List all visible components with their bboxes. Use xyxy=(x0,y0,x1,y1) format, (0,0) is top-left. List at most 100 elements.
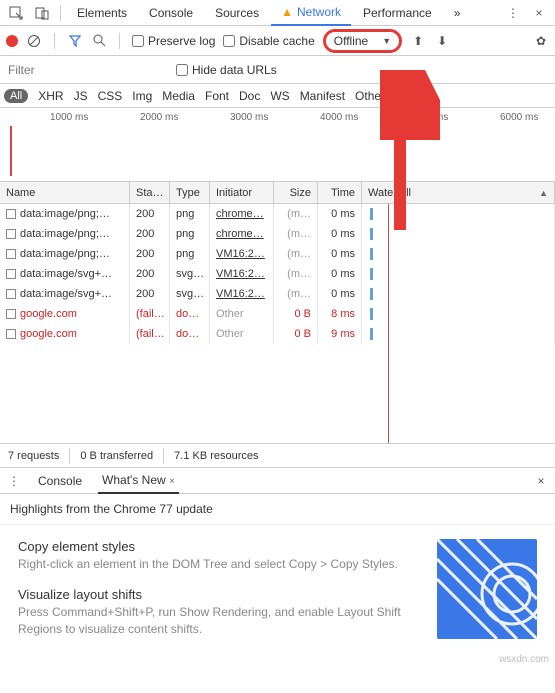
type-js[interactable]: JS xyxy=(74,89,88,103)
highlights-heading: Highlights from the Chrome 77 update xyxy=(0,494,555,525)
table-row[interactable]: data:image/png;…200pngchrome…(m…0 ms xyxy=(0,204,555,224)
cell-time: 0 ms xyxy=(318,264,362,284)
table-row[interactable]: data:image/png;…200pngchrome…(m…0 ms xyxy=(0,224,555,244)
tl-tick: 6000 ms xyxy=(500,112,538,123)
network-table-header: Name Sta… Type Initiator Size Time Water… xyxy=(0,182,555,204)
drawer-tab-console[interactable]: Console xyxy=(34,469,86,493)
cell-initiator[interactable]: VM16:2… xyxy=(210,264,274,284)
filter-input[interactable] xyxy=(4,59,164,81)
table-row[interactable]: data:image/png;…200pngVM16:2…(m…0 ms xyxy=(0,244,555,264)
cell-waterfall xyxy=(362,284,555,304)
tl-tick: 5000 ms xyxy=(410,112,448,123)
col-initiator[interactable]: Initiator xyxy=(210,182,274,203)
tl-tick: 2000 ms xyxy=(140,112,178,123)
cell-size: (m… xyxy=(274,204,318,224)
tab-network[interactable]: ▲Network xyxy=(271,0,351,26)
cell-name: google.com xyxy=(0,304,130,324)
type-manifest[interactable]: Manifest xyxy=(300,89,345,103)
cell-waterfall xyxy=(362,204,555,224)
throttle-value: Offline xyxy=(334,34,368,48)
table-row[interactable]: data:image/svg+…200svg…VM16:2…(m…0 ms xyxy=(0,284,555,304)
whatsnew-illustration xyxy=(437,539,537,639)
type-xhr[interactable]: XHR xyxy=(38,89,63,103)
cell-status: 200 xyxy=(130,224,170,244)
status-transferred: 0 B transferred xyxy=(80,450,153,462)
type-font[interactable]: Font xyxy=(205,89,229,103)
drawer-tab-whatsnew[interactable]: What's New × xyxy=(98,468,179,494)
cell-initiator[interactable]: VM16:2… xyxy=(210,284,274,304)
timeline[interactable]: 1000 ms 2000 ms 3000 ms 4000 ms 5000 ms … xyxy=(0,108,555,182)
devtools-tabs: Elements Console Sources ▲Network Perfor… xyxy=(0,0,555,26)
tabs-more[interactable]: » xyxy=(444,1,471,25)
col-status[interactable]: Sta… xyxy=(130,182,170,203)
col-name[interactable]: Name xyxy=(0,182,130,203)
file-icon xyxy=(6,309,16,319)
network-toolbar: Preserve log Disable cache Offline ▼ ⬆ ⬇… xyxy=(0,26,555,56)
cell-initiator[interactable]: VM16:2… xyxy=(210,244,274,264)
table-row[interactable]: google.com(fail…do…Other0 B9 ms xyxy=(0,324,555,344)
status-resources: 7.1 KB resources xyxy=(174,450,258,462)
tip2-title: Visualize layout shifts xyxy=(18,587,417,602)
cell-name: google.com xyxy=(0,324,130,344)
tab-elements[interactable]: Elements xyxy=(67,1,137,25)
disable-cache-label: Disable cache xyxy=(239,34,314,48)
disable-cache-check[interactable]: Disable cache xyxy=(223,34,314,48)
search-icon[interactable] xyxy=(91,33,107,49)
col-time[interactable]: Time xyxy=(318,182,362,203)
cell-initiator[interactable]: Other xyxy=(210,304,274,324)
col-size[interactable]: Size xyxy=(274,182,318,203)
watermark: wsxdn.com xyxy=(499,654,549,665)
cell-initiator[interactable]: chrome… xyxy=(210,204,274,224)
close-icon[interactable]: × xyxy=(527,1,551,25)
tl-tick: 3000 ms xyxy=(230,112,268,123)
cell-size: (m… xyxy=(274,244,318,264)
filter-icon[interactable] xyxy=(67,33,83,49)
cell-name: data:image/svg+… xyxy=(0,284,130,304)
settings-icon[interactable]: ✿ xyxy=(533,33,549,49)
type-css[interactable]: CSS xyxy=(98,89,123,103)
type-doc[interactable]: Doc xyxy=(239,89,260,103)
tip1-title: Copy element styles xyxy=(18,539,417,554)
download-icon[interactable]: ⬇ xyxy=(434,33,450,49)
cell-initiator[interactable]: chrome… xyxy=(210,224,274,244)
throttle-selector[interactable]: Offline ▼ xyxy=(323,29,402,53)
record-button[interactable] xyxy=(6,35,18,47)
type-media[interactable]: Media xyxy=(162,89,195,103)
cell-type: png xyxy=(170,224,210,244)
type-all[interactable]: All xyxy=(4,89,28,103)
table-row[interactable]: data:image/svg+…200svg…VM16:2…(m…0 ms xyxy=(0,264,555,284)
tab-sources[interactable]: Sources xyxy=(205,1,269,25)
col-waterfall[interactable]: Waterfall▲ xyxy=(362,182,555,203)
cell-type: do… xyxy=(170,304,210,324)
whatsnew-content: Copy element styles Right-click an eleme… xyxy=(0,525,555,665)
tab-console[interactable]: Console xyxy=(139,1,203,25)
cell-initiator[interactable]: Other xyxy=(210,324,274,344)
type-ws[interactable]: WS xyxy=(270,89,289,103)
file-icon xyxy=(6,229,16,239)
drawer-kebab-icon[interactable]: ⋮ xyxy=(6,473,22,489)
divider xyxy=(69,448,70,464)
inspect-icon[interactable] xyxy=(4,1,28,25)
hide-data-urls-check[interactable]: Hide data URLs xyxy=(176,63,277,77)
drawer-close-icon[interactable]: × xyxy=(533,473,549,489)
device-icon[interactable] xyxy=(30,1,54,25)
kebab-icon[interactable]: ⋮ xyxy=(501,1,525,25)
type-other[interactable]: Other xyxy=(355,89,385,103)
cell-name: data:image/png;… xyxy=(0,224,130,244)
tab-close-icon[interactable]: × xyxy=(169,476,175,487)
type-img[interactable]: Img xyxy=(132,89,152,103)
sort-caret-icon: ▲ xyxy=(539,188,548,198)
file-icon xyxy=(6,269,16,279)
cell-size: 0 B xyxy=(274,324,318,344)
cell-type: png xyxy=(170,244,210,264)
divider xyxy=(119,33,120,49)
col-type[interactable]: Type xyxy=(170,182,210,203)
table-row[interactable]: google.com(fail…do…Other0 B8 ms xyxy=(0,304,555,324)
cell-status: 200 xyxy=(130,244,170,264)
clear-icon[interactable] xyxy=(26,33,42,49)
tab-performance[interactable]: Performance xyxy=(353,1,442,25)
preserve-log-check[interactable]: Preserve log xyxy=(132,34,215,48)
cell-size: (m… xyxy=(274,224,318,244)
cell-time: 9 ms xyxy=(318,324,362,344)
upload-icon[interactable]: ⬆ xyxy=(410,33,426,49)
